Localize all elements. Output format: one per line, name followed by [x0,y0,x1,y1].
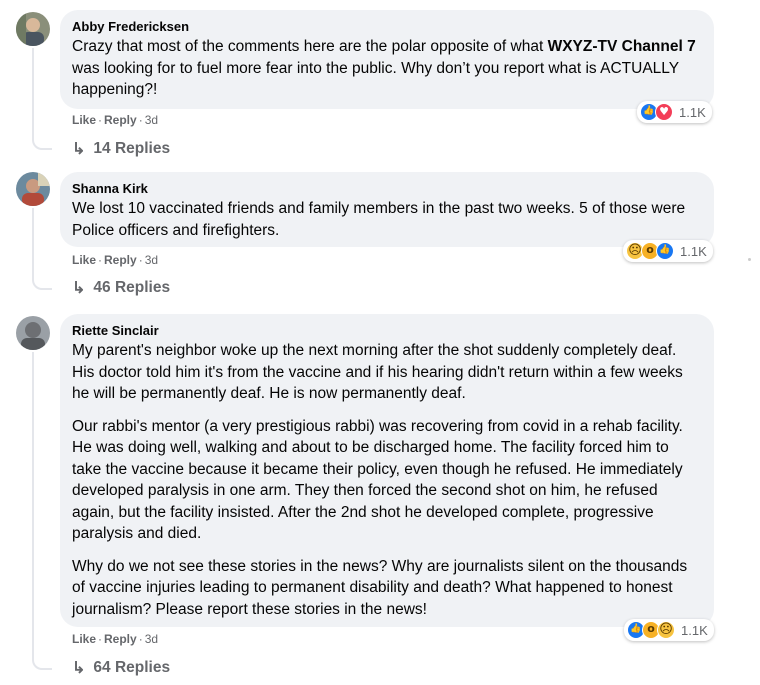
reply-arrow-icon: ↳ [72,660,86,677]
reaction-count: 1.1K [679,104,706,120]
comment-text: My parent's neighbor woke up the next mo… [72,340,702,620]
comment-text: Crazy that most of the comments here are… [72,38,696,98]
comment-author[interactable]: Abby Fredericksen [72,18,702,35]
reply-arrow-icon: ↳ [72,280,86,297]
love-reaction-icon [655,103,673,121]
replies-label: 14 Replies [93,140,171,157]
comment-paragraph: Why do we not see these stories in the n… [72,557,688,618]
comment-actions: Like · Reply · 3d [72,253,159,267]
reaction-summary[interactable]: 1.1K [624,619,714,641]
comment-paragraph: My parent's neighbor woke up the next mo… [72,342,683,402]
comment-bubble: Riette Sinclair My parent's neighbor wok… [60,314,714,627]
comment-paragraph: Our rabbi's mentor (a very prestigious r… [72,417,683,543]
like-button[interactable]: Like [72,253,96,267]
reaction-count: 1.1K [680,243,707,259]
view-replies-button[interactable]: ↳ 46 Replies [72,278,170,298]
mentioned-page[interactable]: WXYZ-TV Channel 7 [548,38,696,55]
sad-reaction-icon [657,621,675,639]
reply-button[interactable]: Reply [104,113,137,127]
comment-timestamp[interactable]: 3d [145,632,158,646]
comment-author[interactable]: Riette Sinclair [72,322,702,339]
comment-author[interactable]: Shanna Kirk [72,180,702,197]
like-button[interactable]: Like [72,113,96,127]
avatar[interactable] [16,12,50,46]
divider-dot [748,258,751,261]
replies-label: 46 Replies [93,279,171,296]
reaction-summary[interactable]: 1.1K [637,101,712,123]
thread-line [32,48,52,150]
thread-line [32,208,52,290]
comment-actions: Like · Reply · 3d [72,632,159,646]
replies-label: 64 Replies [93,659,171,676]
thread-line [32,352,52,670]
comment-bubble: Shanna Kirk We lost 10 vaccinated friend… [60,172,714,247]
like-reaction-icon [656,242,674,260]
reply-button[interactable]: Reply [104,253,137,267]
comment-actions: Like · Reply · 3d [72,113,159,127]
reply-arrow-icon: ↳ [72,141,86,158]
reaction-summary[interactable]: 1.1K [623,240,713,262]
view-replies-button[interactable]: ↳ 64 Replies [72,658,170,678]
comment-text: We lost 10 vaccinated friends and family… [72,200,686,239]
view-replies-button[interactable]: ↳ 14 Replies [72,139,170,159]
comment-timestamp[interactable]: 3d [145,113,158,127]
avatar[interactable] [16,172,50,206]
avatar[interactable] [16,316,50,350]
like-button[interactable]: Like [72,632,96,646]
comment-bubble: Abby Fredericksen Crazy that most of the… [60,10,714,109]
comment-timestamp[interactable]: 3d [145,253,158,267]
reaction-count: 1.1K [681,622,708,638]
reply-button[interactable]: Reply [104,632,137,646]
